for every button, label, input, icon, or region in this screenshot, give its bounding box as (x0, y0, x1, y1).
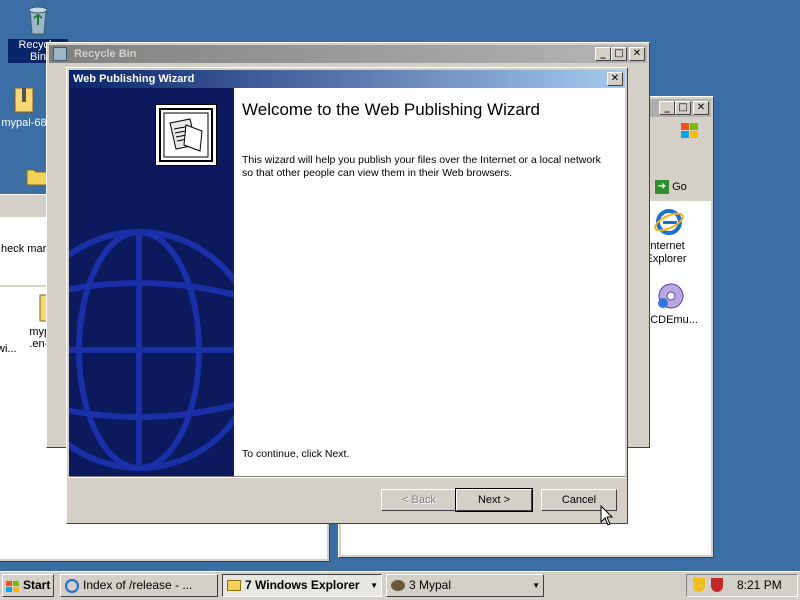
task-index-of-release[interactable]: Index of /release - ... (60, 574, 218, 597)
close-button[interactable]: ✕ (607, 72, 623, 86)
next-button[interactable]: Next > (455, 488, 533, 512)
windows-flag-icon (679, 121, 701, 141)
wizard-heading: Welcome to the Web Publishing Wizard (242, 100, 540, 119)
security-shield-icon[interactable] (693, 578, 705, 592)
wizard-dialog: Web Publishing Wizard ✕ Welcome to the W… (66, 67, 628, 524)
mouse-cursor-icon (600, 505, 614, 526)
zip-file-icon (14, 87, 34, 113)
task-label: 3 Mypal (409, 578, 452, 592)
desktop-icon-mypal[interactable]: mypal-68 (0, 86, 48, 129)
task-label: 7 Windows Explorer (245, 578, 360, 592)
start-button[interactable]: Start (2, 574, 54, 597)
wizard-titlebar: Web Publishing Wizard (69, 70, 625, 88)
wizard-title: Web Publishing Wizard (73, 73, 195, 85)
internet-explorer-icon (65, 579, 79, 593)
system-tray: 8:21 PM (686, 574, 798, 597)
wizard-side-panel (69, 88, 234, 476)
close-button[interactable]: ✕ (629, 47, 645, 61)
window-title: Recycle Bin (74, 48, 137, 60)
minimize-button[interactable]: _ (659, 101, 675, 115)
dropdown-arrow-icon: ▼ (532, 581, 540, 590)
close-button[interactable]: ✕ (693, 101, 709, 115)
maximize-button[interactable]: □ (611, 47, 627, 61)
publish-icon (155, 104, 217, 166)
minimize-button[interactable]: _ (595, 47, 611, 61)
recycle-bin-small-icon (53, 47, 67, 62)
wizard-description: This wizard will help you publish your f… (242, 154, 601, 179)
maximize-button[interactable]: □ (675, 101, 691, 115)
start-label: Start (23, 578, 51, 592)
file-prefix-label: wi... (0, 343, 17, 355)
task-windows-explorer[interactable]: 7 Windows Explorer ▼ (222, 574, 382, 597)
dropdown-arrow-icon: ▼ (370, 581, 378, 590)
windows-logo-icon (6, 579, 20, 592)
recycle-bin-icon (28, 6, 48, 35)
wizard-continue-text: To continue, click Next. (242, 448, 350, 460)
cd-emulator-icon (658, 283, 684, 309)
go-label: Go (672, 181, 687, 193)
window-titlebar: Recycle Bin (49, 45, 647, 63)
folder-icon (227, 580, 241, 591)
back-button[interactable]: < Back (381, 489, 457, 511)
antivirus-shield-icon[interactable] (711, 578, 723, 592)
desktop-icon-label: mypal-68 (1, 117, 47, 129)
go-arrow-icon: ➜ (655, 180, 669, 195)
internet-explorer-icon (654, 209, 684, 235)
go-button[interactable]: ➜ Go (655, 177, 707, 197)
folder-icon[interactable] (26, 166, 48, 186)
button-separator (69, 476, 625, 478)
clock[interactable]: 8:21 PM (737, 578, 782, 592)
task-mypal[interactable]: 3 Mypal ▼ (386, 574, 544, 597)
task-label: Index of /release - ... (83, 578, 193, 592)
wizard-content: Welcome to the Web Publishing Wizard Thi… (234, 88, 625, 476)
mypal-icon (391, 580, 405, 591)
